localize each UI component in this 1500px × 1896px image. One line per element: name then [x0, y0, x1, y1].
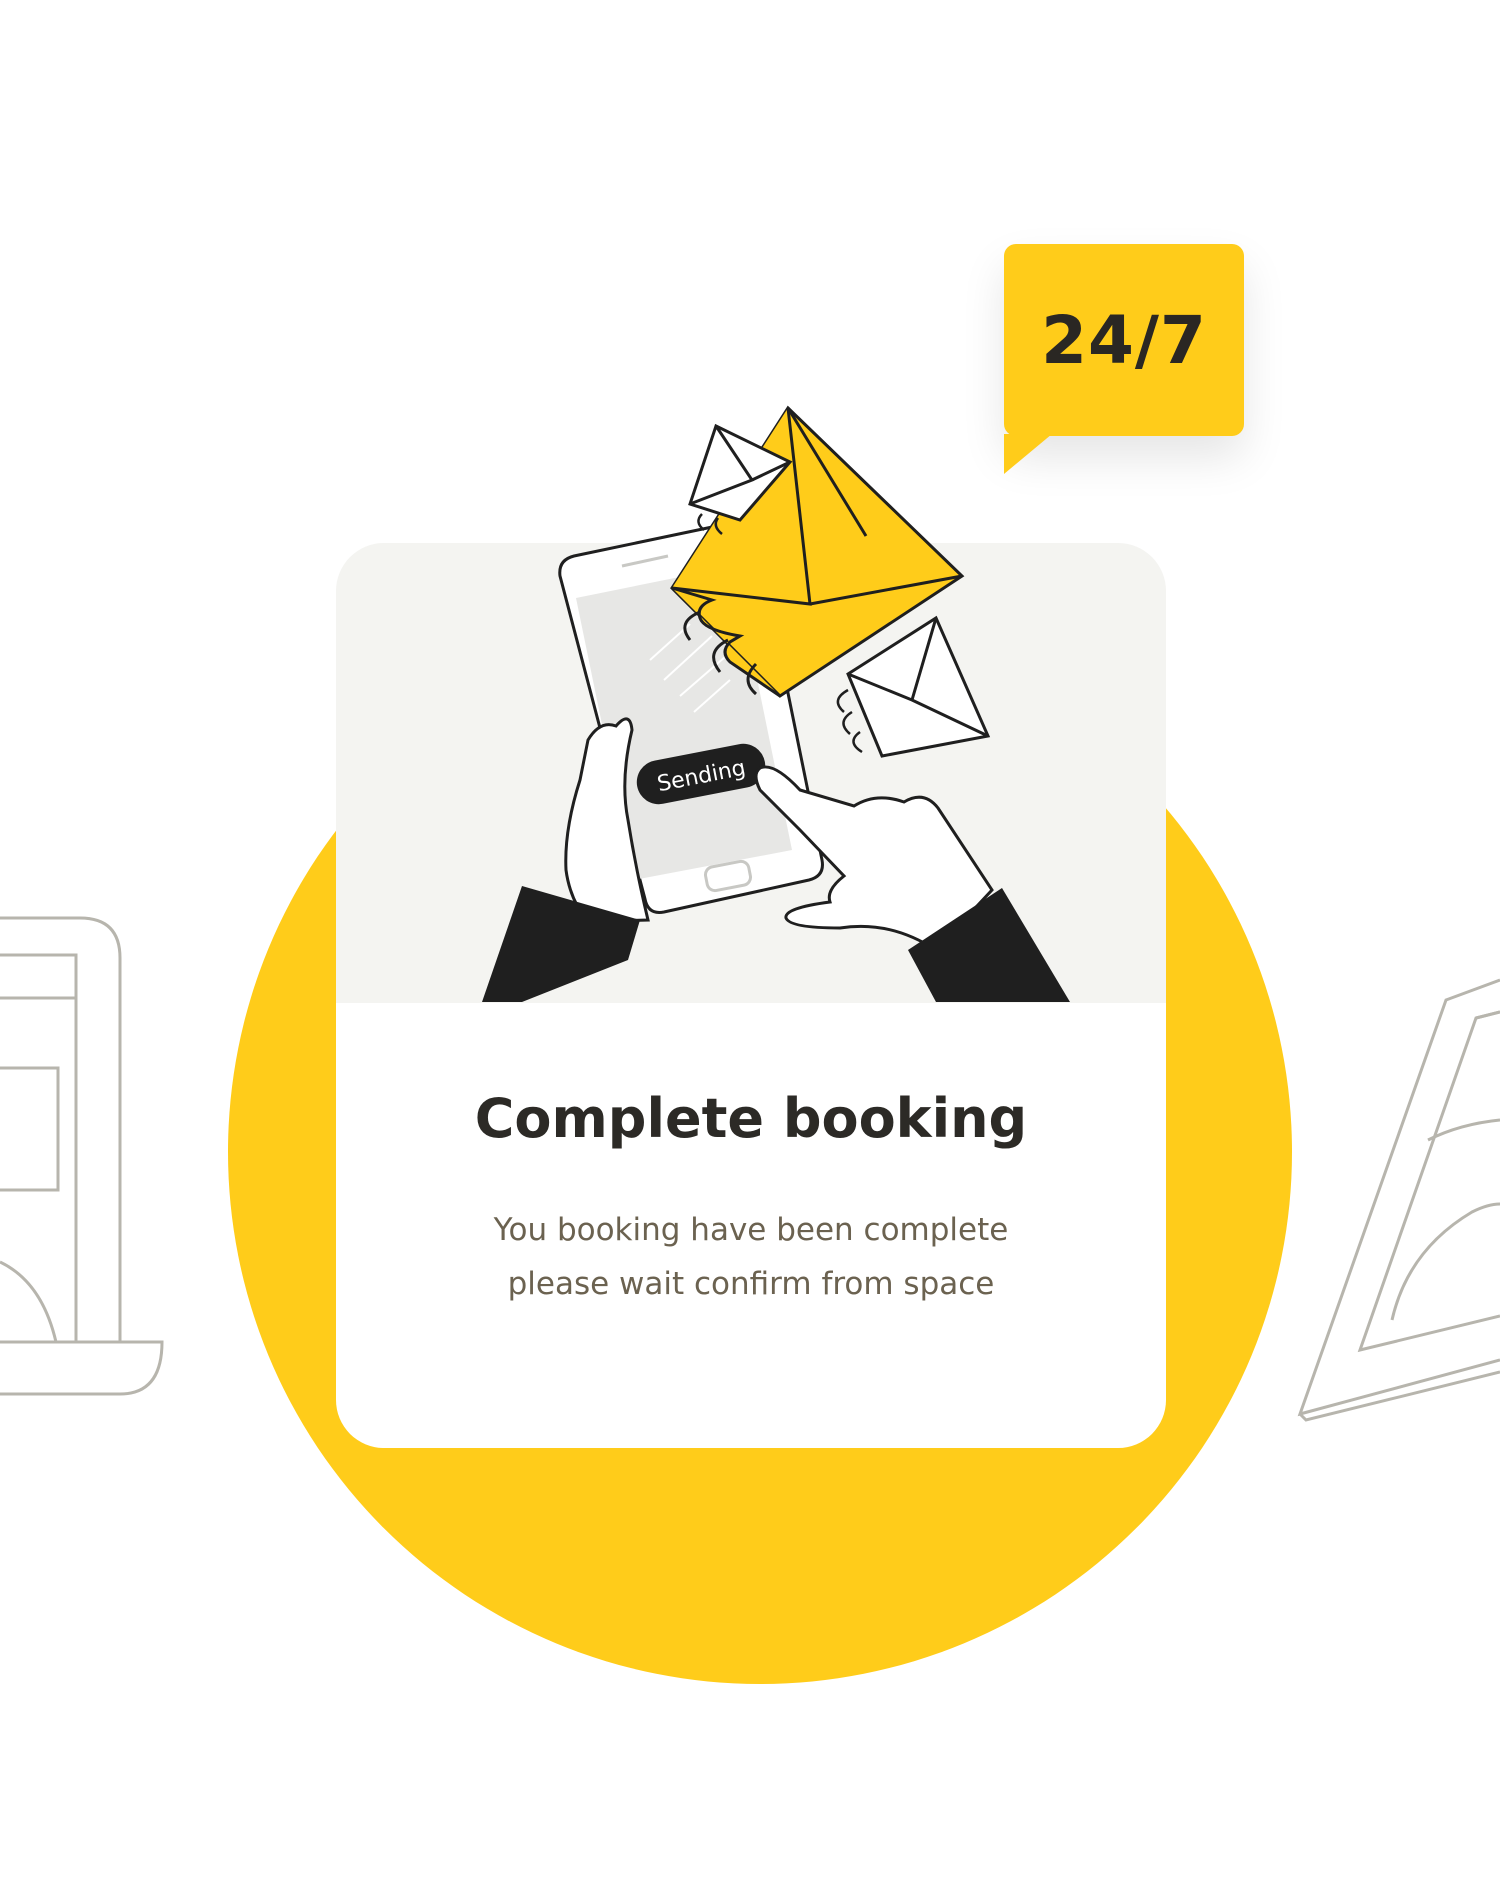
support-badge-tail	[1004, 434, 1052, 474]
tablet-outline-icon	[1297, 978, 1500, 1422]
card-description-line1: You booking have been complete	[493, 1212, 1009, 1248]
illustration-panel	[336, 543, 1166, 1003]
card-title: Complete booking	[474, 1087, 1028, 1150]
card-description: You booking have been complete please wa…	[336, 1203, 1166, 1311]
support-badge: 24/7	[1004, 244, 1244, 436]
booking-card: Complete booking You booking have been c…	[336, 543, 1166, 1448]
support-badge-text: 24/7	[1041, 301, 1207, 379]
laptop-outline-icon	[0, 916, 164, 1396]
card-description-line2: please wait confirm from space	[507, 1266, 995, 1302]
